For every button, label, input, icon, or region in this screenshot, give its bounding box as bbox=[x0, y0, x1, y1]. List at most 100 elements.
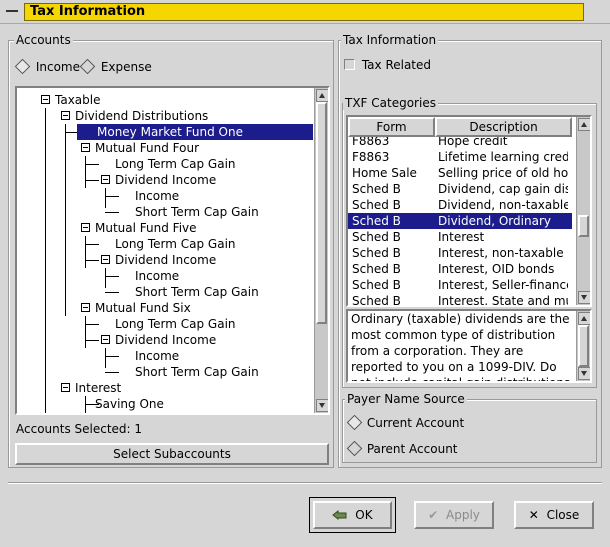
txf-scrollbar[interactable] bbox=[576, 117, 590, 305]
scroll-down-arrow-icon[interactable] bbox=[578, 367, 590, 380]
tree-item-label: Dividend Distributions bbox=[75, 109, 209, 123]
collapse-icon[interactable] bbox=[101, 255, 110, 264]
tree-item-label: Mutual Fund Five bbox=[95, 221, 197, 235]
tax-info-frame-label: Tax Information bbox=[341, 33, 439, 47]
accounts-tree-scrollbar[interactable] bbox=[314, 88, 328, 413]
column-header-form[interactable]: Form bbox=[348, 117, 435, 137]
table-row[interactable]: F8863 Hope credit bbox=[348, 137, 572, 149]
tree-item-label: Saving One bbox=[95, 397, 164, 411]
cell-form: Home Sale bbox=[352, 166, 417, 180]
ok-icon bbox=[332, 505, 348, 521]
cell-description: Interest, non-taxable bbox=[438, 246, 564, 260]
expense-radio[interactable]: Expense bbox=[79, 58, 152, 75]
tree-item-label: Short Term Cap Gain bbox=[135, 365, 259, 379]
scroll-down-arrow-icon[interactable] bbox=[316, 399, 328, 412]
cell-form: Sched B bbox=[352, 262, 401, 276]
tree-item-label: Dividend Income bbox=[115, 173, 217, 187]
table-row[interactable]: Sched B Interest, non-taxable bbox=[348, 245, 572, 261]
cell-description: Interest bbox=[438, 230, 485, 244]
cell-form: Sched B bbox=[352, 278, 401, 292]
accounts-frame-label: Accounts bbox=[14, 33, 73, 47]
tree-item-label: Interest bbox=[75, 381, 122, 395]
scroll-up-arrow-icon[interactable] bbox=[578, 312, 590, 325]
table-row[interactable]: Sched B Interest, State and mun bbox=[348, 293, 572, 305]
table-row[interactable]: Sched B Interest, OID bonds bbox=[348, 261, 572, 277]
table-row-selected[interactable]: Sched B Dividend, Ordinary bbox=[348, 213, 572, 229]
select-subaccounts-button[interactable]: Select Subaccounts bbox=[15, 443, 329, 465]
ok-label: OK bbox=[355, 508, 373, 522]
cell-form: Sched B bbox=[352, 294, 401, 305]
collapse-icon[interactable] bbox=[61, 383, 70, 392]
title-bar: Tax Information bbox=[0, 0, 610, 24]
current-account-label: Current Account bbox=[366, 416, 465, 430]
cell-form: Sched B bbox=[352, 198, 401, 212]
ok-button[interactable]: OK bbox=[313, 501, 392, 529]
cell-description: Dividend, Ordinary bbox=[438, 214, 551, 228]
window-menu-icon[interactable] bbox=[4, 5, 20, 17]
cell-description: Selling price of old hor bbox=[438, 166, 568, 180]
scroll-thumb[interactable] bbox=[316, 102, 327, 324]
collapse-icon[interactable] bbox=[41, 95, 50, 104]
tax-related-label: Tax Related bbox=[361, 58, 432, 72]
collapse-icon[interactable] bbox=[61, 111, 70, 120]
collapse-icon[interactable] bbox=[81, 223, 90, 232]
collapse-icon[interactable] bbox=[81, 303, 90, 312]
txf-categories-list[interactable]: Form Description F8863 Hope credit F8863 L… bbox=[346, 115, 592, 307]
tree-item-label: Short Term Cap Gain bbox=[135, 205, 259, 219]
accounts-selected-label: Accounts Selected: bbox=[16, 422, 131, 436]
parent-account-label: Parent Account bbox=[366, 442, 458, 456]
description-scrollbar[interactable] bbox=[576, 311, 590, 381]
close-label: Close bbox=[546, 508, 580, 522]
txf-rows: F8863 Hope credit F8863 Lifetime learning … bbox=[348, 137, 572, 305]
scroll-up-arrow-icon[interactable] bbox=[316, 89, 328, 102]
window-title: Tax Information bbox=[24, 3, 584, 21]
collapse-icon[interactable] bbox=[101, 335, 110, 344]
collapse-icon[interactable] bbox=[101, 175, 110, 184]
cell-form: Sched B bbox=[352, 214, 401, 228]
tree-item-label: Long Term Cap Gain bbox=[115, 317, 236, 331]
tree-item-label: Long Term Cap Gain bbox=[115, 157, 236, 171]
collapse-icon[interactable] bbox=[81, 143, 90, 152]
table-row[interactable]: Sched B Interest bbox=[348, 229, 572, 245]
tree-item-label: Long Term Cap Gain bbox=[115, 237, 236, 251]
description-text: Ordinary (taxable) dividends are the mos… bbox=[351, 312, 570, 381]
checkmark-icon: ✔ bbox=[428, 508, 439, 522]
scroll-thumb[interactable] bbox=[578, 325, 589, 367]
parent-account-radio[interactable]: Parent Account bbox=[346, 440, 458, 457]
cell-description: Dividend, non-taxable bbox=[438, 198, 568, 212]
close-icon: ✕ bbox=[528, 508, 539, 522]
table-row[interactable]: Home Sale Selling price of old hor bbox=[348, 165, 572, 181]
table-row[interactable]: Sched B Dividend, cap gain dis bbox=[348, 181, 572, 197]
table-row[interactable]: F8863 Lifetime learning credit bbox=[348, 149, 572, 165]
tree-item-label: Money Market Fund One bbox=[97, 125, 243, 139]
select-subaccounts-label: Select Subaccounts bbox=[113, 447, 231, 461]
income-radio-label: Income bbox=[35, 60, 80, 74]
separator bbox=[8, 482, 602, 484]
close-button[interactable]: ✕ Close bbox=[514, 501, 594, 529]
apply-button[interactable]: ✔ Apply bbox=[414, 501, 494, 529]
description-textarea[interactable]: Ordinary (taxable) dividends are the mos… bbox=[346, 309, 592, 383]
scroll-thumb[interactable] bbox=[578, 215, 589, 237]
apply-label: Apply bbox=[446, 508, 480, 522]
table-row[interactable]: Sched B Dividend, non-taxable bbox=[348, 197, 572, 213]
tree-item-label: Income bbox=[135, 189, 180, 203]
parent-account-radio-indicator bbox=[346, 440, 363, 457]
accounts-tree[interactable]: Taxable Dividend Distributions Money Mar… bbox=[15, 86, 330, 415]
column-header-description[interactable]: Description bbox=[435, 117, 572, 137]
payer-name-source-label: Payer Name Source bbox=[345, 392, 467, 406]
tax-related-checkbox[interactable]: Tax Related bbox=[344, 57, 431, 73]
expense-radio-indicator bbox=[79, 58, 96, 75]
tree-item-label: Income bbox=[135, 349, 180, 363]
current-account-radio[interactable]: Current Account bbox=[346, 414, 465, 431]
tree-item-label: Short Term Cap Gain bbox=[135, 285, 259, 299]
table-row[interactable]: Sched B Interest, Seller-finance bbox=[348, 277, 572, 293]
scroll-up-arrow-icon[interactable] bbox=[578, 118, 590, 131]
cell-form: Sched B bbox=[352, 182, 401, 196]
accounts-tree-content: Taxable Dividend Distributions Money Mar… bbox=[17, 88, 313, 413]
cell-form: Sched B bbox=[352, 246, 401, 260]
txf-categories-label: TXF Categories bbox=[343, 96, 438, 110]
income-radio[interactable]: Income bbox=[14, 58, 80, 75]
scroll-down-arrow-icon[interactable] bbox=[578, 291, 590, 304]
tree-item-money-market-fund-one[interactable]: Money Market Fund One bbox=[77, 124, 313, 140]
tree-item-label: Dividend Income bbox=[115, 253, 217, 267]
